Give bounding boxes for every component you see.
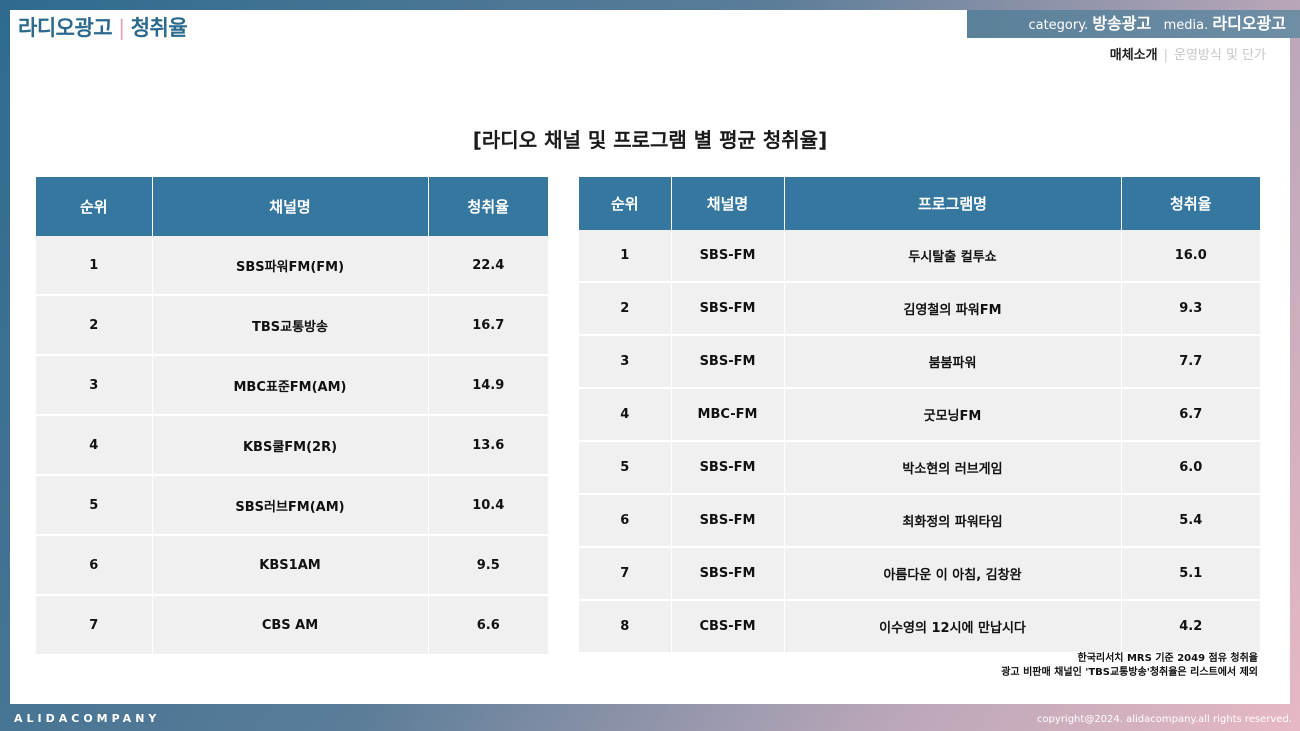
footnote-source: 한국리서치 MRS 기준 2049 점유 청취율 [1077, 653, 1259, 664]
table-cell: 16.0 [1121, 230, 1260, 283]
table-cell: 1 [579, 230, 672, 283]
table-row: 3 SBS-FM 붐붐파워 7.7 [579, 335, 1260, 389]
sub-navigation: 매체소개 | 운영방식 및 단가 [1110, 44, 1266, 63]
table-cell: TBS교통방송 [152, 295, 429, 356]
table-row: 6 SBS-FM 최화정의 파워타임 5.4 [579, 494, 1260, 548]
column-header: 프로그램명 [784, 177, 1122, 230]
table-cell: 4 [579, 388, 672, 442]
table-row: 7 CBS AM 6.6 [36, 595, 548, 656]
table-header-row: 순위 채널명 청취율 [36, 177, 548, 236]
table-row: 8 CBS-FM 이수영의 12시에 만납시다 4.2 [579, 600, 1260, 654]
table-cell: SBS파워FM(FM) [152, 236, 429, 296]
table-cell: SBS-FM [671, 441, 785, 495]
subnav-divider: | [1163, 48, 1168, 63]
column-header: 채널명 [671, 177, 785, 230]
table-row: 4 KBS쿨FM(2R) 13.6 [36, 415, 548, 476]
table-cell: SBS러브FM(AM) [152, 475, 429, 536]
table-cell: 9.5 [428, 535, 548, 596]
table-cell: 22.4 [428, 236, 548, 296]
title-separator: | [118, 16, 125, 40]
table-cell: SBS-FM [671, 547, 785, 601]
subnav-media-intro[interactable]: 매체소개 [1110, 48, 1158, 63]
table-cell: 5 [579, 441, 672, 495]
footnote-exclusion: 광고 비판매 채널인 'TBS교통방송'청취율은 리스트에서 제외 [1001, 667, 1258, 678]
table-cell: 5.4 [1121, 494, 1260, 548]
page-title: 라디오광고 | 청취율 [18, 12, 188, 42]
table-cell: 6.0 [1121, 441, 1260, 495]
table-cell: KBS쿨FM(2R) [152, 415, 429, 476]
subnav-pricing[interactable]: 운영방식 및 단가 [1174, 48, 1266, 63]
table-cell: 1 [36, 236, 153, 296]
table-header-row: 순위 채널명 프로그램명 청취율 [579, 177, 1260, 230]
section-title: 라디오광고 [18, 16, 113, 40]
table-cell: 이수영의 12시에 만납시다 [784, 600, 1122, 654]
table-cell: 2 [36, 295, 153, 356]
table-row: 4 MBC-FM 굿모닝FM 6.7 [579, 388, 1260, 442]
column-header: 순위 [579, 177, 672, 230]
section-heading: [라디오 채널 및 프로그램 별 평균 청취율] [472, 128, 828, 152]
table-cell: SBS-FM [671, 230, 785, 283]
table-cell: 5 [36, 475, 153, 536]
table-cell: SBS-FM [671, 335, 785, 389]
table-cell: 7.7 [1121, 335, 1260, 389]
table-row: 3 MBC표준FM(AM) 14.9 [36, 355, 548, 416]
table-cell: 5.1 [1121, 547, 1260, 601]
category-value: 방송광고 [1092, 14, 1152, 33]
table-row: 6 KBS1AM 9.5 [36, 535, 548, 596]
table-row: 7 SBS-FM 아름다운 이 아침, 김창완 5.1 [579, 547, 1260, 601]
table-cell: 8 [579, 600, 672, 654]
media-label: media. [1163, 18, 1209, 33]
table-cell: 6 [36, 535, 153, 596]
table-row: 2 SBS-FM 김영철의 파워FM 9.3 [579, 282, 1260, 336]
table-cell: 7 [579, 547, 672, 601]
table-cell: 6.7 [1121, 388, 1260, 442]
table-row: 1 SBS-FM 두시탈출 컬투쇼 16.0 [579, 230, 1260, 283]
table-cell: 굿모닝FM [784, 388, 1122, 442]
table-cell: MBC-FM [671, 388, 785, 442]
table-cell: 아름다운 이 아침, 김창완 [784, 547, 1122, 601]
topic-title: 청취율 [130, 16, 188, 40]
table-row: 2 TBS교통방송 16.7 [36, 295, 548, 356]
column-header: 청취율 [1121, 177, 1260, 230]
table-row: 1 SBS파워FM(FM) 22.4 [36, 236, 548, 296]
table-cell: 10.4 [428, 475, 548, 536]
column-header: 채널명 [152, 177, 429, 236]
footnotes: 한국리서치 MRS 기준 2049 점유 청취율 광고 비판매 채널인 'TBS… [1001, 652, 1258, 680]
table-row: 5 SBS러브FM(AM) 10.4 [36, 475, 548, 536]
table-cell: 최화정의 파워타임 [784, 494, 1122, 548]
table-cell: 두시탈출 컬투쇼 [784, 230, 1122, 283]
table-cell: MBC표준FM(AM) [152, 355, 429, 416]
table-cell: 14.9 [428, 355, 548, 416]
media-value: 라디오광고 [1212, 14, 1286, 33]
table-cell: 3 [36, 355, 153, 416]
column-header: 청취율 [428, 177, 548, 236]
table-cell: 6 [579, 494, 672, 548]
table-cell: 7 [36, 595, 153, 656]
category-bar: category. 방송광고 media. 라디오광고 [967, 10, 1300, 38]
table-cell: 6.6 [428, 595, 548, 656]
table-cell: 16.7 [428, 295, 548, 356]
category-label: category. [1028, 18, 1089, 33]
table-cell: 9.3 [1121, 282, 1260, 336]
table-cell: SBS-FM [671, 494, 785, 548]
column-header: 순위 [36, 177, 153, 236]
copyright-text: copyright@2024. alidacompany.all rights … [1036, 714, 1292, 725]
table-cell: 13.6 [428, 415, 548, 476]
table-cell: CBS AM [152, 595, 429, 656]
table-row: 5 SBS-FM 박소현의 러브게임 6.0 [579, 441, 1260, 495]
channel-table: 순위 채널명 청취율 1 SBS파워FM(FM) 22.4 2 TBS교통방송 16.7 3 MB… [36, 177, 548, 656]
table-cell: 3 [579, 335, 672, 389]
table-cell: 박소현의 러브게임 [784, 441, 1122, 495]
table-cell: KBS1AM [152, 535, 429, 596]
table-cell: 4 [36, 415, 153, 476]
program-table: 순위 채널명 프로그램명 청취율 1 SBS-FM 두시탈출 컬투쇼 16.0 2 SBS-FM… [579, 177, 1260, 654]
table-cell: SBS-FM [671, 282, 785, 336]
brand-logo: ALIDACOMPANY [14, 712, 161, 725]
table-cell: CBS-FM [671, 600, 785, 654]
table-cell: 붐붐파워 [784, 335, 1122, 389]
table-cell: 김영철의 파워FM [784, 282, 1122, 336]
table-cell: 2 [579, 282, 672, 336]
table-cell: 4.2 [1121, 600, 1260, 654]
